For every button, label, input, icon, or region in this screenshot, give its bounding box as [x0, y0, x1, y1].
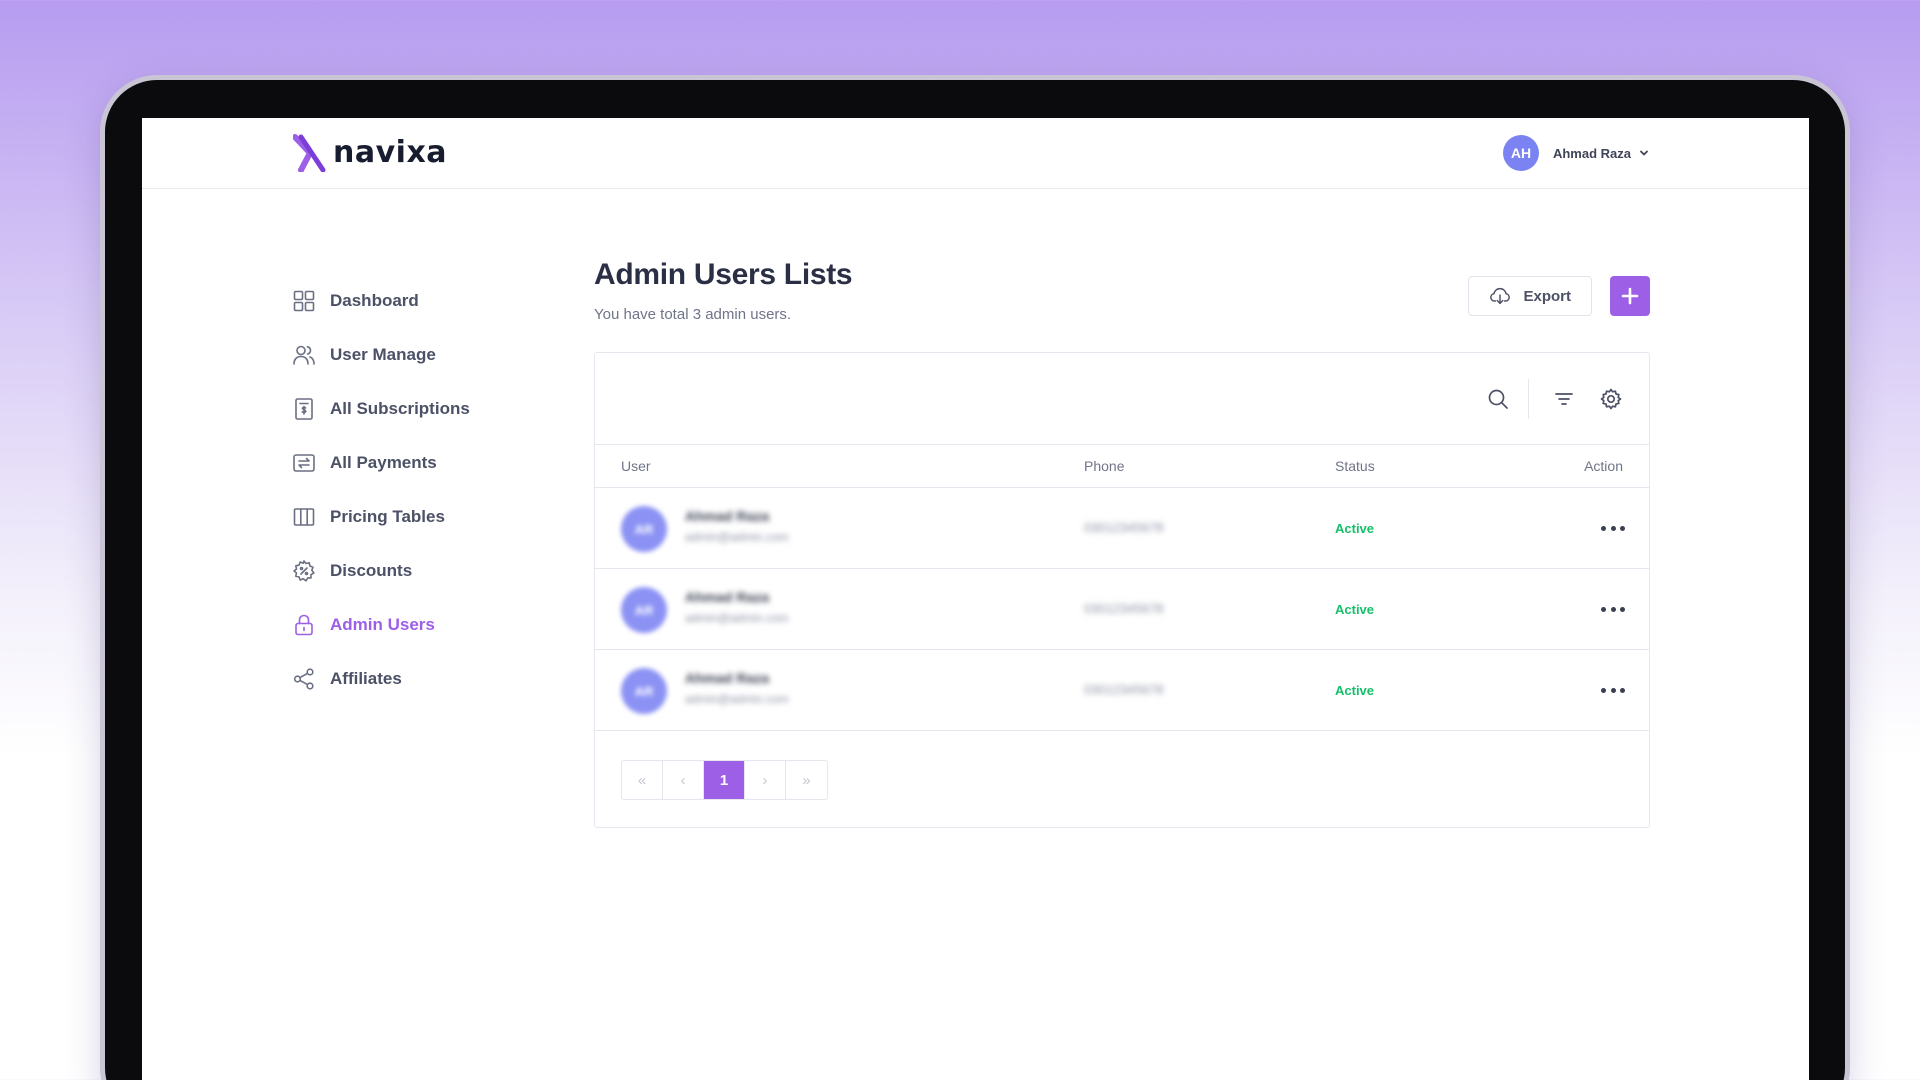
- chevron-down-icon: [1640, 150, 1648, 156]
- status-badge: Active: [1335, 602, 1375, 617]
- share-icon: [293, 668, 314, 690]
- page-button-current[interactable]: 1: [704, 761, 745, 799]
- column-header-phone[interactable]: Phone: [1084, 458, 1124, 474]
- column-header-action: Action: [1584, 458, 1623, 474]
- table-row[interactable]: AR Ahmad Raza admin@admin.com 0301234567…: [595, 650, 1649, 731]
- status-badge: Active: [1335, 683, 1375, 698]
- user-name: Ahmad Raza: [685, 508, 770, 524]
- sidebar-item-label: All Subscriptions: [330, 399, 470, 418]
- sidebar-item-label: Affiliates: [330, 669, 402, 688]
- add-admin-button[interactable]: [1610, 276, 1650, 316]
- sidebar-item-discounts[interactable]: Discounts: [292, 544, 552, 598]
- sidebar-item-all-payments[interactable]: All Payments: [292, 436, 552, 490]
- page-actions: Export: [1468, 276, 1650, 316]
- user-email: admin@admin.com: [685, 530, 789, 544]
- logo-mark-icon: [293, 134, 326, 172]
- payments-icon: [293, 454, 315, 472]
- avatar: AH: [1502, 135, 1539, 171]
- first-page-button[interactable]: «: [622, 761, 663, 799]
- prev-page-button[interactable]: ‹: [663, 761, 704, 799]
- column-header-user[interactable]: User: [621, 458, 651, 474]
- export-button[interactable]: Export: [1468, 276, 1592, 316]
- sidebar-item-pricing-tables[interactable]: Pricing Tables: [292, 490, 552, 544]
- more-actions-icon[interactable]: [1601, 518, 1625, 538]
- user-menu[interactable]: AH Ahmad Raza: [1502, 135, 1649, 171]
- admin-users-table-card: User Phone Status Action AR Ahmad Raza a…: [594, 352, 1650, 828]
- sidebar-item-admin-users[interactable]: Admin Users: [292, 598, 552, 652]
- column-header-status[interactable]: Status: [1335, 458, 1375, 474]
- sidebar-item-label: User Manage: [330, 345, 436, 364]
- sidebar-item-dashboard[interactable]: Dashboard: [292, 274, 552, 328]
- user-name: Ahmad Raza: [685, 589, 770, 605]
- search-icon: [1488, 389, 1508, 409]
- user-phone: 03012345678: [1084, 601, 1164, 616]
- lock-icon: [295, 614, 313, 636]
- sidebar-item-user-manage[interactable]: User Manage: [292, 328, 552, 382]
- filter-icon: [1555, 393, 1573, 405]
- next-page-button[interactable]: ›: [745, 761, 786, 799]
- sidebar-item-affiliates[interactable]: Affiliates: [292, 652, 552, 706]
- brand-logo[interactable]: navixa: [293, 134, 447, 172]
- last-page-button[interactable]: »: [786, 761, 827, 799]
- user-name: Ahmad Raza: [1552, 145, 1631, 161]
- user-email: admin@admin.com: [685, 611, 789, 625]
- export-button-label: Export: [1523, 287, 1571, 305]
- user-phone: 03012345678: [1084, 520, 1164, 535]
- plus-icon: [1621, 287, 1639, 305]
- app-screen: navixa AH Ahmad Raza Dashboard User Mana…: [142, 118, 1809, 1080]
- settings-button[interactable]: [1599, 387, 1623, 411]
- discount-gear-icon: [293, 560, 315, 582]
- pagination: « ‹ 1 › »: [621, 760, 828, 800]
- cloud-download-icon: [1490, 287, 1511, 305]
- gear-icon: [1600, 388, 1622, 410]
- table-row[interactable]: AR Ahmad Raza admin@admin.com 0301234567…: [595, 569, 1649, 650]
- toolbar-divider: [1528, 379, 1529, 419]
- avatar: AR: [621, 587, 667, 633]
- receipt-icon: [295, 398, 313, 420]
- sidebar-item-label: All Payments: [330, 453, 437, 472]
- more-actions-icon[interactable]: [1601, 599, 1625, 619]
- users-icon: [293, 345, 315, 365]
- table-toolbar: [595, 353, 1649, 445]
- main-content: Admin Users Lists You have total 3 admin…: [594, 258, 1650, 828]
- sidebar-item-all-subscriptions[interactable]: All Subscriptions: [292, 382, 552, 436]
- status-badge: Active: [1335, 521, 1375, 536]
- table-row[interactable]: AR Ahmad Raza admin@admin.com 0301234567…: [595, 488, 1649, 569]
- sidebar-item-label: Dashboard: [330, 291, 419, 310]
- user-email: admin@admin.com: [685, 692, 789, 706]
- avatar: AR: [621, 506, 667, 552]
- more-actions-icon[interactable]: [1601, 680, 1625, 700]
- user-phone: 03012345678: [1084, 682, 1164, 697]
- sidebar-item-label: Discounts: [330, 561, 413, 580]
- sidebar-nav: Dashboard User Manage All Subscriptions …: [292, 274, 552, 706]
- sidebar-item-label: Pricing Tables: [330, 507, 445, 526]
- sidebar-item-label: Admin Users: [330, 615, 435, 634]
- avatar: AR: [621, 668, 667, 714]
- columns-icon: [293, 508, 315, 526]
- brand-name: navixa: [333, 135, 448, 170]
- dashboard-icon: [293, 290, 315, 312]
- filter-button[interactable]: [1552, 387, 1576, 411]
- table-header: User Phone Status Action: [595, 445, 1649, 488]
- top-header: navixa AH Ahmad Raza: [142, 118, 1809, 189]
- search-button[interactable]: [1486, 387, 1510, 411]
- user-name: Ahmad Raza: [685, 670, 770, 686]
